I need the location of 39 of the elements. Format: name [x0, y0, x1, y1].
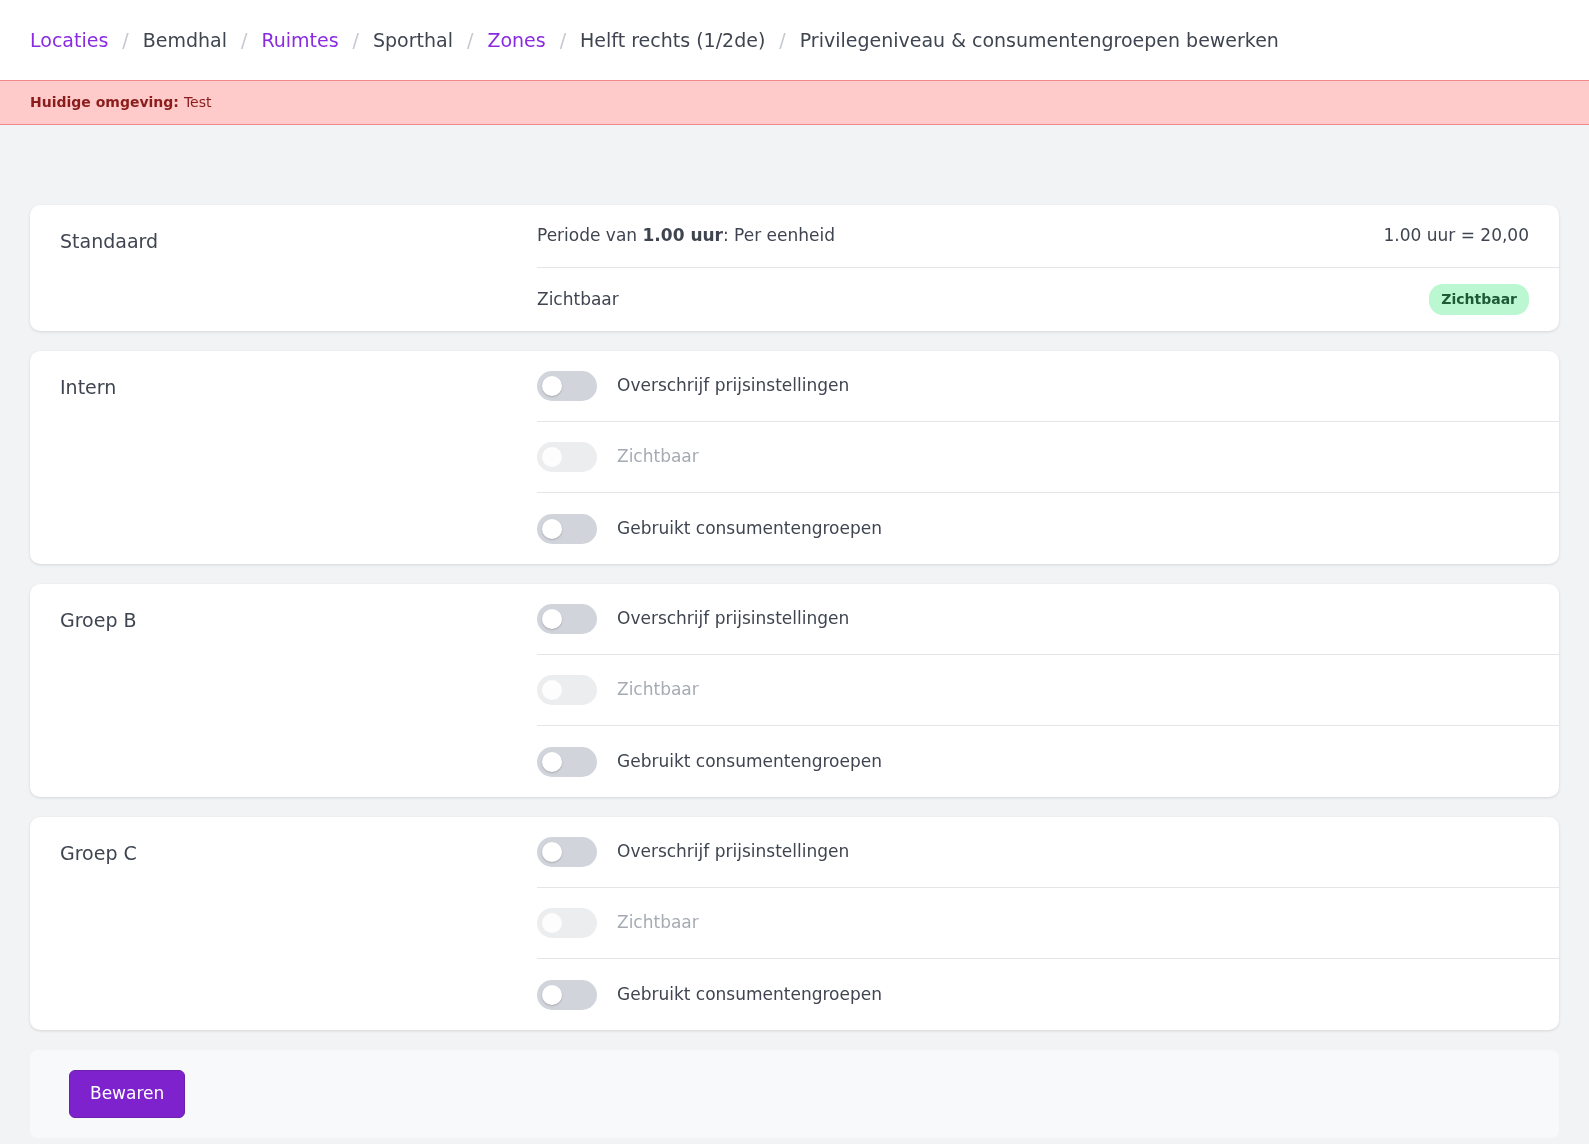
toggle-label: Zichtbaar [617, 678, 699, 702]
toggle-switch[interactable] [537, 513, 597, 544]
breadcrumb-separator: / [240, 27, 248, 53]
toggle-label: Gebruikt consumentengroepen [617, 749, 882, 773]
card-title: Groep C [59, 841, 138, 866]
toggle-label: Overschrijf prijsinstellingen [617, 607, 850, 631]
environment-value: Test [183, 93, 212, 112]
breadcrumb-separator: / [122, 27, 129, 53]
breadcrumb-item: Privilegeniveau & consumentengroepen bewerken [799, 27, 1279, 53]
card-title: Intern [59, 375, 118, 400]
toggle-label: Gebruikt consumentengroepen [617, 982, 882, 1006]
save-button[interactable]: Bewaren [69, 1070, 186, 1118]
toggle-switch[interactable] [537, 604, 597, 634]
status-badge: Zichtbaar [1429, 284, 1529, 315]
breadcrumb-item: Sporthal [373, 27, 453, 53]
breadcrumb-link[interactable]: Ruimtes [261, 25, 339, 55]
toggle-label: Zichtbaar [617, 445, 699, 469]
breadcrumb-item: Bemdhal [142, 27, 227, 53]
toggle-label: Overschrijf prijsinstellingen [617, 374, 850, 398]
toggle-label: Zichtbaar [617, 911, 699, 935]
toggle-switch[interactable] [537, 371, 597, 401]
breadcrumb-separator: / [559, 27, 567, 53]
toggle-label: Overschrijf prijsinstellingen [617, 840, 850, 864]
breadcrumb-item: Helft rechts (1/2de) [580, 27, 766, 53]
toggle-switch[interactable] [537, 979, 597, 1010]
card-title: Standaard [59, 229, 160, 254]
breadcrumb-link[interactable]: Locaties [30, 25, 109, 55]
toggle-label: Gebruikt consumentengroepen [617, 516, 882, 540]
card-title: Groep B [59, 608, 138, 633]
breadcrumb-separator: / [467, 27, 474, 53]
breadcrumb-link[interactable]: Zones [487, 25, 546, 55]
toggle-switch[interactable] [537, 837, 597, 867]
toggle-switch[interactable] [537, 746, 597, 777]
breadcrumb-separator: / [779, 27, 786, 53]
breadcrumb-separator: / [352, 27, 359, 53]
visibility-label: Zichtbaar [537, 287, 619, 311]
period-text: Periode van 1.00 uur: Per eenheid [537, 224, 836, 248]
price-text: 1.00 uur = 20,00 [1383, 224, 1529, 248]
environment-label: Huidige omgeving: [30, 93, 179, 112]
